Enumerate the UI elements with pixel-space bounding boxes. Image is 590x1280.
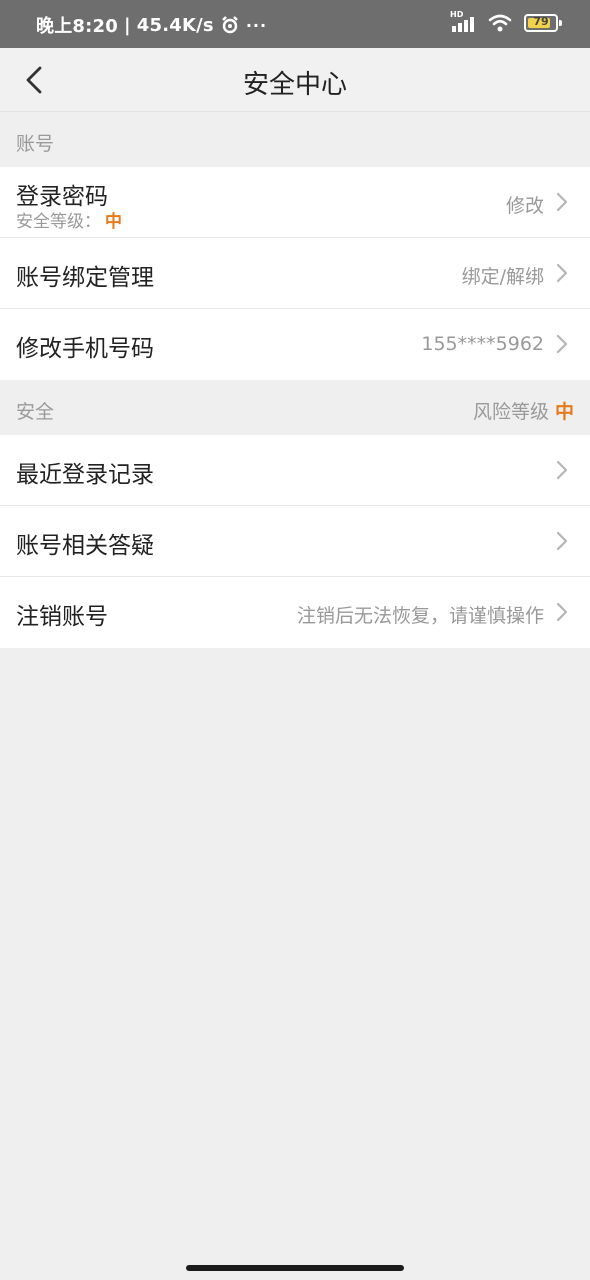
- row-value: 155****5962: [421, 333, 544, 355]
- account-group: 登录密码 安全等级：中 修改 账号绑定管理 绑定/解绑 修改手机号码 155**…: [0, 167, 590, 380]
- row-title: 最近登录记录: [16, 462, 154, 488]
- page-title: 安全中心: [242, 70, 347, 100]
- wifi-icon: [488, 14, 512, 32]
- nav-bar: 安全中心: [0, 48, 590, 112]
- chevron-right-icon: [556, 192, 568, 212]
- security-level-value: 中: [105, 212, 122, 232]
- row-title: 账号相关答疑: [16, 533, 154, 559]
- row-title: 修改手机号码: [16, 336, 154, 362]
- signal-hd-icon: HD: [450, 10, 476, 34]
- security-center-screen: 晚上8:20 | 45.4K/s ··· HD 79 安全中心 账号 登录密码 …: [0, 0, 590, 1280]
- chevron-right-icon: [556, 334, 568, 354]
- section-header-account: 账号: [0, 113, 590, 167]
- chevron-right-icon: [556, 263, 568, 283]
- row-title: 登录密码: [16, 184, 108, 210]
- list-item-delete-account[interactable]: 注销账号 注销后无法恢复，请谨慎操作: [0, 577, 590, 648]
- status-time: 晚上8:20: [36, 16, 118, 37]
- status-separator: |: [123, 14, 131, 36]
- row-value: 绑定/解绑: [461, 266, 544, 288]
- battery-level: 79: [533, 15, 549, 28]
- status-left: 晚上8:20 | 45.4K/s ···: [36, 12, 267, 38]
- list-item-login-password[interactable]: 登录密码 安全等级：中 修改: [0, 167, 590, 238]
- list-item-change-phone[interactable]: 修改手机号码 155****5962: [0, 309, 590, 380]
- risk-label: 风险等级: [472, 401, 549, 423]
- chevron-right-icon: [556, 460, 568, 480]
- row-title: 账号绑定管理: [16, 265, 154, 291]
- section-label-account: 账号: [16, 133, 55, 155]
- status-network-speed: 45.4K/s: [136, 14, 214, 36]
- row-value: 注销后无法恢复，请谨慎操作: [296, 605, 544, 627]
- battery-icon: 79: [524, 14, 562, 32]
- password-security-level: 安全等级：中: [16, 212, 122, 232]
- list-item-recent-logins[interactable]: 最近登录记录: [0, 435, 590, 506]
- status-right: HD 79: [450, 10, 562, 34]
- list-item-account-faq[interactable]: 账号相关答疑: [0, 506, 590, 577]
- home-indicator[interactable]: [186, 1265, 404, 1271]
- risk-level-value: 中: [554, 401, 574, 423]
- row-value: 修改: [505, 195, 544, 217]
- alarm-icon: [221, 16, 238, 34]
- status-bar: 晚上8:20 | 45.4K/s ··· HD 79: [0, 0, 590, 48]
- list-item-account-binding[interactable]: 账号绑定管理 绑定/解绑: [0, 238, 590, 309]
- chevron-right-icon: [556, 602, 568, 622]
- section-label-security: 安全: [16, 401, 55, 423]
- security-group: 最近登录记录 账号相关答疑 注销账号 注销后无法恢复，请谨慎操作: [0, 435, 590, 648]
- chevron-right-icon: [556, 531, 568, 551]
- more-status-dots: ···: [245, 15, 268, 35]
- section-header-security: 安全 风险等级 中: [0, 381, 590, 435]
- risk-level-indicator: 风险等级 中: [473, 397, 574, 424]
- row-title: 注销账号: [16, 604, 108, 630]
